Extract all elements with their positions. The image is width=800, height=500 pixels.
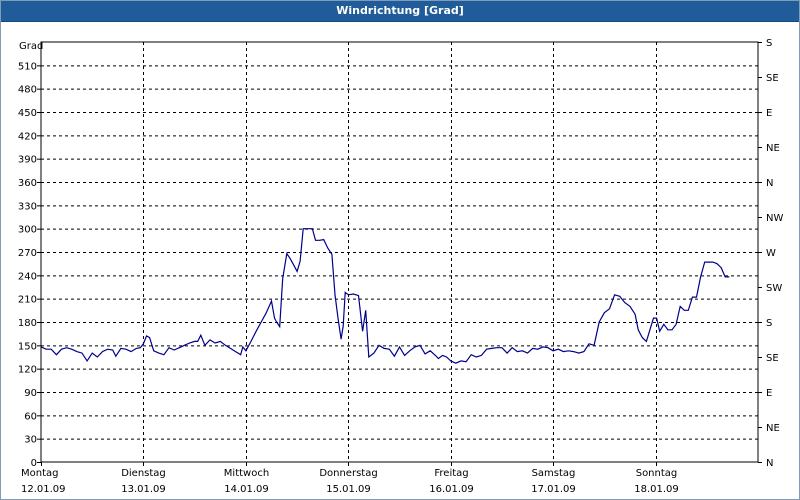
x-tick-date-label: 14.01.09 xyxy=(224,484,269,495)
plot-area-border xyxy=(40,41,759,463)
series-line xyxy=(40,228,730,364)
y-tick-label: 360 xyxy=(18,178,37,189)
x-tick-day-label: Dienstag xyxy=(121,468,166,479)
y-tick-label: 180 xyxy=(18,318,37,329)
y2-tick-label: N xyxy=(766,458,773,469)
y-tick-label: 270 xyxy=(18,248,37,259)
x-tick-day-label: Samstag xyxy=(532,468,576,479)
y-tick-label: 120 xyxy=(18,365,37,376)
y2-tick-label: N xyxy=(766,178,773,189)
y-tick-label: 240 xyxy=(18,271,37,282)
chart-window: Windrichtung [Grad] Grad 0 30 60 90 120 150 18… xyxy=(0,0,800,500)
y-tick-label: 420 xyxy=(18,131,37,142)
y-tick-label: 300 xyxy=(18,225,37,236)
x-tick-day-label: Montag xyxy=(21,468,58,479)
y-tick-label: 510 xyxy=(18,61,37,72)
x-tick-date-label: 16.01.09 xyxy=(429,484,474,495)
x-tick-day-label: Donnerstag xyxy=(319,468,377,479)
x-tick-date-label: 15.01.09 xyxy=(326,484,371,495)
y-tick-label: 150 xyxy=(18,341,37,352)
y2-tick-label: SW xyxy=(766,283,782,294)
y2-tick-label: NE xyxy=(766,143,780,154)
x-tick-date-label: 13.01.09 xyxy=(121,484,166,495)
wind-direction-chart: Grad 03060901201501802102402703003303603… xyxy=(18,38,784,495)
y2-tick-label: NE xyxy=(766,423,780,434)
y-tick-label: 60 xyxy=(24,411,37,422)
right-axis-ticks: N NE E SE S SW W NW N NE E SE S xyxy=(758,38,783,469)
y-tick-label: 480 xyxy=(18,85,37,96)
x-axis-ticks: Montag 12.01.09 Dienstag 13.01.09 Mittwoch 14… xyxy=(21,462,679,495)
y2-tick-label: SE xyxy=(766,353,779,364)
y2-tick-label: S xyxy=(766,318,772,329)
x-tick-day-label: Mittwoch xyxy=(224,468,269,479)
y2-tick-label: SE xyxy=(766,73,779,84)
window-title: Windrichtung [Grad] xyxy=(1,1,799,22)
x-tick-day-label: Sonntag xyxy=(636,468,678,479)
y-tick-label: 330 xyxy=(18,201,37,212)
x-tick-date-label: 17.01.09 xyxy=(531,484,576,495)
y-tick-label: 30 xyxy=(24,435,37,446)
y-tick-label: 390 xyxy=(18,155,37,166)
y2-tick-label: S xyxy=(766,38,772,49)
y2-tick-label: E xyxy=(766,108,772,119)
y2-tick-label: E xyxy=(766,388,772,399)
grid-lines xyxy=(41,42,758,462)
y-tick-label: 90 xyxy=(24,388,37,399)
y-tick-label: 450 xyxy=(18,108,37,119)
x-tick-day-label: Freitag xyxy=(434,468,468,479)
x-tick-date-label: 12.01.09 xyxy=(21,484,66,495)
y2-tick-label: NW xyxy=(766,213,783,224)
x-tick-date-label: 18.01.09 xyxy=(634,484,679,495)
left-axis-ticks: 0306090120150180210240270300330360390420… xyxy=(18,61,41,469)
y-axis-label: Grad xyxy=(19,41,43,52)
y2-tick-label: W xyxy=(766,248,776,259)
y-tick-label: 210 xyxy=(18,295,37,306)
series-group xyxy=(40,228,730,364)
